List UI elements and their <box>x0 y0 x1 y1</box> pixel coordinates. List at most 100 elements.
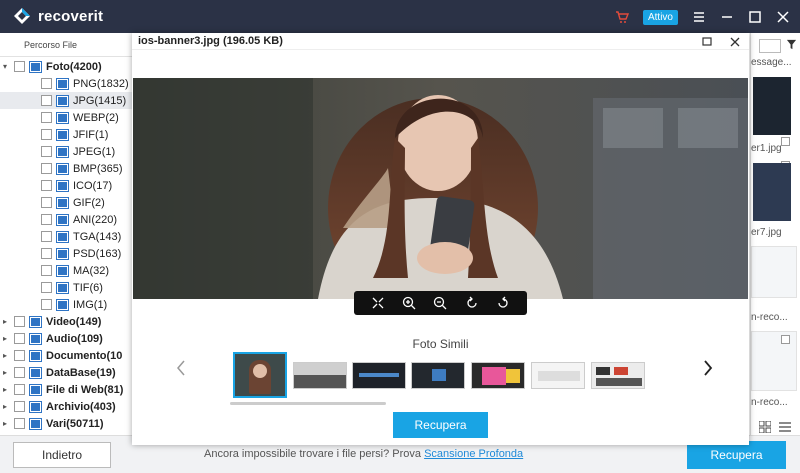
tree-checkbox[interactable] <box>41 163 52 174</box>
tree-filetype[interactable]: JFIF(1) <box>0 126 132 143</box>
tree-category[interactable]: ▾ Foto(4200) <box>0 58 132 75</box>
chevron-right-icon[interactable]: ▸ <box>0 402 10 411</box>
close-icon[interactable] <box>776 10 790 24</box>
similar-thumbnail[interactable] <box>591 362 645 389</box>
thumbnail-checkbox[interactable] <box>781 137 790 146</box>
deep-scan-hint: Ancora impossibile trovare i file persi?… <box>204 448 523 460</box>
tree-checkbox[interactable] <box>41 95 52 106</box>
chevron-right-icon[interactable] <box>701 358 715 378</box>
minimize-icon[interactable] <box>720 10 734 24</box>
tab-file-path[interactable]: Percorso File <box>0 33 132 57</box>
tree-checkbox[interactable] <box>41 231 52 242</box>
similar-thumbnail[interactable] <box>471 362 525 389</box>
tree-checkbox[interactable] <box>14 384 25 395</box>
tree-checkbox[interactable] <box>41 180 52 191</box>
chevron-right-icon[interactable]: ▸ <box>0 385 10 394</box>
tree-checkbox[interactable] <box>41 214 52 225</box>
zoom-out-icon[interactable] <box>433 296 447 310</box>
fit-screen-icon[interactable] <box>371 296 385 310</box>
thumbnail-checkbox[interactable] <box>781 335 790 344</box>
tree-checkbox[interactable] <box>14 61 25 72</box>
tree-checkbox[interactable] <box>41 78 52 89</box>
status-badge[interactable]: Attivo <box>642 9 678 25</box>
tree-filetype[interactable]: JPG(1415) <box>0 92 132 109</box>
recover-preview-button[interactable]: Recupera <box>393 412 488 438</box>
tree-category[interactable]: ▸ Audio(109) <box>0 330 132 347</box>
tree-filetype[interactable]: JPEG(1) <box>0 143 132 160</box>
chevron-right-icon[interactable]: ▸ <box>0 351 10 360</box>
filter-icon[interactable] <box>786 39 797 50</box>
thumbnail-image[interactable] <box>753 77 791 135</box>
tree-category[interactable]: ▸ Vari(50711) <box>0 415 132 432</box>
tree-filetype[interactable]: WEBP(2) <box>0 109 132 126</box>
tree-filetype[interactable]: TIF(6) <box>0 279 132 296</box>
tree-checkbox[interactable] <box>14 316 25 327</box>
tree-category[interactable]: ▸ Video(149) <box>0 313 132 330</box>
photo-folder-icon <box>29 60 42 73</box>
chevron-right-icon[interactable]: ▸ <box>0 334 10 343</box>
thumbnail-image[interactable] <box>751 331 797 391</box>
tree-filetype[interactable]: ICO(17) <box>0 177 132 194</box>
back-button[interactable]: Indietro <box>13 442 111 468</box>
zoom-in-icon[interactable] <box>402 296 416 310</box>
tree-filetype[interactable]: IMG(1) <box>0 296 132 313</box>
tree-filetype[interactable]: TGA(143) <box>0 228 132 245</box>
similar-thumbnail[interactable] <box>293 362 347 389</box>
thumbnail-label: essage... <box>751 57 792 68</box>
tree-category[interactable]: ▸ Archivio(403) <box>0 398 132 415</box>
list-view-icon[interactable] <box>779 421 791 433</box>
tree-checkbox[interactable] <box>41 265 52 276</box>
tree-checkbox[interactable] <box>41 197 52 208</box>
tree-checkbox[interactable] <box>14 401 25 412</box>
tree-filetype[interactable]: PSD(163) <box>0 245 132 262</box>
thumbnail-scrollbar[interactable] <box>230 402 386 405</box>
tree-category[interactable]: ▸ File di Web(81) <box>0 381 132 398</box>
similar-thumbnail[interactable] <box>352 362 406 389</box>
search-box[interactable] <box>759 39 781 53</box>
tree-checkbox[interactable] <box>41 248 52 259</box>
similar-thumbnail-active[interactable] <box>233 352 287 398</box>
thumbnail-image[interactable] <box>753 163 791 221</box>
tree-checkbox[interactable] <box>14 350 25 361</box>
zoom-toolbar <box>354 291 527 315</box>
thumbnail-strip: essage... er1.jpg er7.jpg n-reco... n-re… <box>750 33 800 435</box>
tree-filetype[interactable]: ANI(220) <box>0 211 132 228</box>
tree-checkbox[interactable] <box>41 146 52 157</box>
tree-checkbox[interactable] <box>14 333 25 344</box>
maximize-preview-icon[interactable] <box>700 35 714 49</box>
tree-checkbox[interactable] <box>14 418 25 429</box>
rotate-right-icon[interactable] <box>496 296 510 310</box>
deep-scan-link[interactable]: Scansione Profonda <box>424 448 523 460</box>
chevron-right-icon[interactable]: ▸ <box>0 419 10 428</box>
close-preview-icon[interactable] <box>728 35 742 49</box>
tree-category[interactable]: ▸ DataBase(19) <box>0 364 132 381</box>
tree-checkbox[interactable] <box>41 129 52 140</box>
tree-checkbox[interactable] <box>41 282 52 293</box>
recover-button[interactable]: Recupera <box>687 441 786 469</box>
cart-icon[interactable] <box>615 10 629 24</box>
chevron-left-icon[interactable] <box>174 358 188 378</box>
chevron-right-icon[interactable]: ▸ <box>0 368 10 377</box>
tree-checkbox[interactable] <box>41 299 52 310</box>
tree-category[interactable]: ▸ Documento(10 <box>0 347 132 364</box>
tree-filetype[interactable]: PNG(1832) <box>0 75 132 92</box>
tree-filetype[interactable]: BMP(365) <box>0 160 132 177</box>
chevron-right-icon[interactable]: ▸ <box>0 317 10 326</box>
similar-thumbnail[interactable] <box>531 362 585 389</box>
image-file-icon <box>56 281 69 294</box>
tree-checkbox[interactable] <box>14 367 25 378</box>
tree-item-label: MA(32) <box>73 264 110 277</box>
rotate-left-icon[interactable] <box>465 296 479 310</box>
misc-folder-icon <box>29 417 42 430</box>
similar-thumbnail[interactable] <box>411 362 465 389</box>
thumbnail-image[interactable] <box>751 246 797 298</box>
tree-filetype[interactable]: GIF(2) <box>0 194 132 211</box>
menu-icon[interactable] <box>692 10 706 24</box>
maximize-icon[interactable] <box>748 10 762 24</box>
tree-filetype[interactable]: MA(32) <box>0 262 132 279</box>
grid-view-icon[interactable] <box>759 421 771 433</box>
tree-checkbox[interactable] <box>41 112 52 123</box>
chevron-down-icon[interactable]: ▾ <box>0 62 10 71</box>
tree-item-label: Documento(10 <box>46 349 123 362</box>
video-folder-icon <box>29 315 42 328</box>
